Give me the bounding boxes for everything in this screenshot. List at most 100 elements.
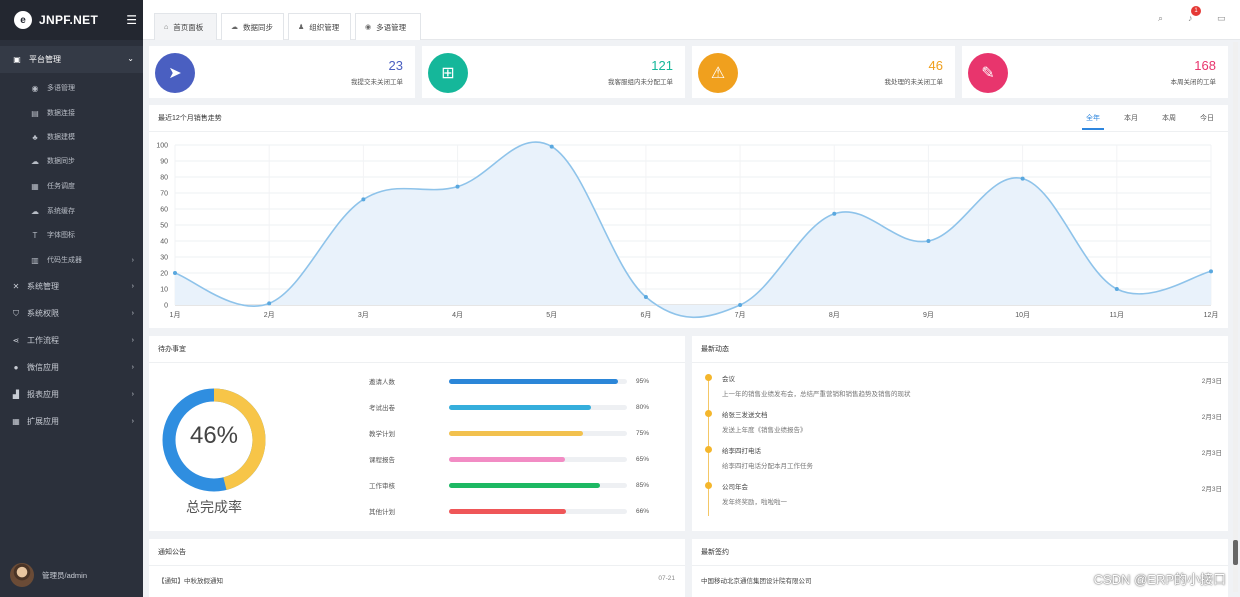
user-profile[interactable]: 管理员/admin [10,563,87,587]
stat-label: 我提交未关闭工单 [351,79,403,86]
tab-org[interactable]: ♟ 组织管理 [288,13,351,40]
stat-label: 本周关闭的工单 [1170,79,1217,86]
data-point[interactable] [361,197,366,202]
sidebar-item-system-cache[interactable]: ☁ 系统缓存 [0,199,143,223]
stat-card-unassigned[interactable]: ⊞ 121 我客服组内未分配工单 [422,46,685,98]
progress-row: 课程报告 65% [369,453,659,465]
grid-icon: ▦ [12,417,20,426]
data-point[interactable] [1020,176,1025,181]
progress-value: 80% [636,403,650,411]
top-bar: ⌂ 首页面板 ☁ 数据同步 ♟ 组织管理 ◉ 多语管理 ⌕ ♪ 1 ▭ [143,0,1240,40]
scrollbar-thumb[interactable] [1233,540,1238,565]
message-icon[interactable]: ▭ [1217,13,1226,24]
tab-language[interactable]: ◉ 多语管理 [355,13,421,40]
timeline-item-date: 2月3日 [1201,486,1222,493]
timeline-item[interactable]: 给李四打电话 给李四打电话分配本月工作任务 2月3日 [722,445,1222,470]
timeline-item-date: 2月3日 [1201,378,1222,385]
tab-home[interactable]: ⌂ 首页面板 [154,13,217,40]
sidebar-item-data-sync[interactable]: ☁ 数据同步 [0,149,143,173]
user-icon: ♟ [298,24,305,31]
timeline-item[interactable]: 会议 上一年的销售业绩发布会，总结严重营销和销售趋势及销售的现状 2月3日 [722,373,1222,398]
sidebar-item-font-icons[interactable]: T 字体图标 [0,223,143,247]
y-tick-label: 90 [160,159,168,166]
tools-icon: ✕ [12,282,20,291]
logo-icon: e [14,11,32,29]
progress-value: 65% [636,455,650,463]
sidebar-group-permission[interactable]: ⛉ 系统权限 › [0,300,143,327]
sales-chart-card: 最近12个月销售走势 全年 本月 本周 今日 0 10 20 30 40 50 60 70 80… [149,105,1228,328]
chevron-down-icon: ⌄ [127,54,134,63]
progress-track [449,378,627,384]
font-icon: T [32,230,38,240]
stat-card-submitted[interactable]: ➤ 23 我提交未关闭工单 [149,46,415,98]
completion-percent: 46% [189,422,239,449]
x-tick-label: 7月 [735,311,746,319]
tab-data-sync[interactable]: ☁ 数据同步 [221,13,284,40]
news-title: 最新动态 [701,346,729,353]
data-point[interactable] [738,303,743,307]
y-tick-label: 60 [160,207,168,214]
timeline-item[interactable]: 公司年会 发年终奖励，啦啦啦一 2月3日 [722,481,1222,506]
sidebar-group-wechat[interactable]: ● 微信应用 › [0,354,143,381]
notice-item[interactable]: 【通知】中秋放假通知 07-21 [158,575,675,585]
sidebar-item-label: 系统缓存 [47,208,75,215]
data-point[interactable] [832,211,837,216]
database-icon: ▤ [31,108,39,118]
timeline-item[interactable]: 给张三发送文档 发送上年度《销售业绩报告》 2月3日 [722,409,1222,434]
sidebar-item-label: 数据建模 [47,134,75,141]
divider [149,565,685,566]
progress-value: 66% [636,507,650,515]
data-point[interactable] [1209,269,1213,274]
cloud-icon: ☁ [231,24,238,31]
timeline-dot [705,410,712,417]
sidebar-item-label: 代码生成器 [47,257,82,264]
stat-card-processing[interactable]: ⚠ 46 我处理的未关闭工单 [692,46,955,98]
sidebar-group-reports[interactable]: ▟ 报表应用 › [0,381,143,408]
sidebar-group-label: 微信应用 [27,363,59,372]
data-point[interactable] [926,239,931,243]
sidebar-toggle-icon[interactable]: ☰ [126,13,137,27]
stat-value: 46 [928,58,943,73]
sidebar-group-label: 平台管理 [29,55,61,64]
sidebar-item-label: 数据同步 [47,158,75,165]
data-point[interactable] [1114,287,1119,291]
chevron-right-icon: › [131,391,134,398]
sidebar-group-workflow[interactable]: ⋖ 工作流程 › [0,327,143,354]
x-tick-label: 10月 [1015,311,1030,319]
timeline-dot [705,482,712,489]
page-scrollbar[interactable] [1233,42,1238,592]
search-icon[interactable]: ⌕ [1158,13,1163,24]
y-tick-label: 40 [160,239,168,246]
sidebar-group-system[interactable]: ✕ 系统管理 › [0,273,143,300]
data-point[interactable] [455,184,460,189]
data-point[interactable] [173,271,177,275]
wechat-icon: ● [13,363,19,372]
edit-icon: ✎ [968,53,1008,93]
globe-icon: ◉ [365,24,372,31]
x-tick-label: 12月 [1204,311,1219,319]
progress-value: 75% [636,429,650,437]
sidebar-item-data-modeling[interactable]: ♣ 数据建模 [0,125,143,149]
data-point[interactable] [643,295,648,299]
sidebar: e JNPF.NET ☰ ▣ 平台管理 ⌄ ◉ 多语管理 ▤ 数据连接 ♣ 数据建模 … [0,0,143,597]
sidebar-item-data-connection[interactable]: ▤ 数据连接 [0,101,143,125]
brand-logo[interactable]: e JNPF.NET ☰ [0,0,143,40]
data-point[interactable] [549,144,554,149]
divider [149,362,685,363]
sidebar-item-task-schedule[interactable]: ▦ 任务调度 [0,174,143,198]
sidebar-group-extensions[interactable]: ▦ 扩展应用 › [0,408,143,435]
sidebar-item-code-generator[interactable]: ▥ 代码生成器 › [0,248,143,272]
progress-fill [449,430,583,436]
timeline-item-date: 2月3日 [1201,450,1222,457]
notice-card: 通知公告 【通知】中秋放假通知 07-21 [149,539,685,597]
stat-card-closed[interactable]: ✎ 168 本周关闭的工单 [962,46,1228,98]
sidebar-group-platform[interactable]: ▣ 平台管理 ⌄ [0,46,143,73]
progress-track [449,508,627,514]
data-point[interactable] [267,301,272,306]
chevron-right-icon: › [131,283,134,290]
progress-row: 其他计划 66% [369,505,659,517]
timeline-item-desc: 上一年的销售业绩发布会，总结严重营销和销售趋势及销售的现状 [722,391,911,398]
timeline-item-desc: 给李四打电话分配本月工作任务 [722,463,813,470]
sidebar-item-language[interactable]: ◉ 多语管理 [0,76,143,100]
monitor-icon: ▣ [13,55,21,64]
